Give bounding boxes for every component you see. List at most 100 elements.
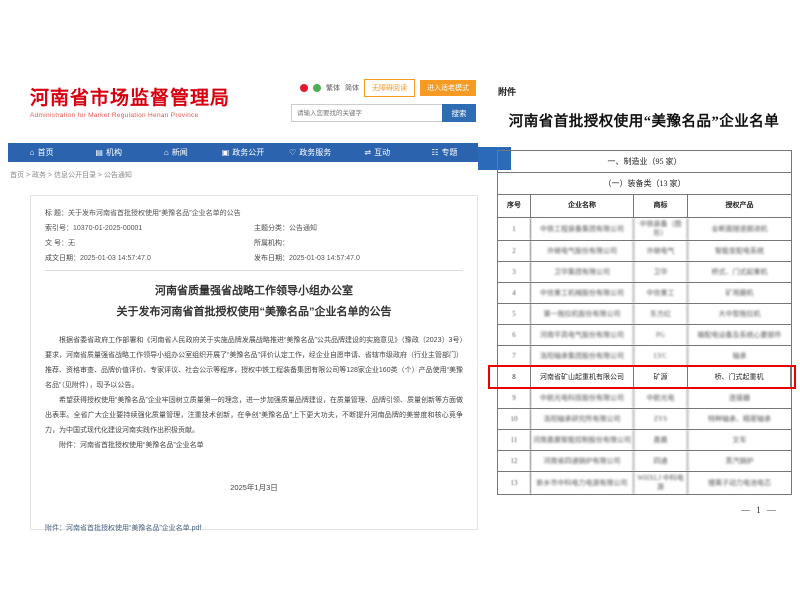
- company-name-cell: 中航光电科技股份有限公司: [531, 388, 634, 408]
- row-number-cell: 12: [498, 451, 531, 471]
- table-row: 2许继电气股份有限公司许继电气智能变配电系统: [498, 241, 791, 262]
- row-number-cell: 10: [498, 409, 531, 429]
- meta-field-value: 公告通知: [289, 225, 317, 232]
- org-icon: ▤: [95, 149, 103, 157]
- wechat-share-icon[interactable]: [313, 84, 321, 92]
- announcement-date: 2025年1月3日: [45, 482, 463, 493]
- table-header-cell: 序号: [498, 195, 531, 217]
- table-body: 1中铁工程装备集团有限公司中铁装备（图形）全断面隧道掘进机2许继电气股份有限公司…: [498, 218, 791, 495]
- home-icon: ⌂: [30, 149, 35, 157]
- authorized-products-cell: 锂离子动力电池电芯: [688, 472, 791, 494]
- announcement-paragraph: 希望获得授权使用“美豫名品”企业牢固树立质量第一的理念，进一步加强质量品牌建设，…: [45, 393, 463, 438]
- table-row-highlighted: 8河南省矿山起重机有限公司矿源桥、门式起重机: [498, 367, 791, 388]
- authorized-products-cell: 大中型拖拉机: [688, 304, 791, 324]
- table-row: 4中信重工机械股份有限公司中信重工矿用磨机: [498, 283, 791, 304]
- table-row: 10洛阳轴承研究所有限公司ZYS特种轴承、精密轴承: [498, 409, 791, 430]
- meta-field-value: 无: [68, 240, 75, 247]
- company-name-cell: 洛阳轴承集团股份有限公司: [531, 346, 634, 366]
- trademark-cell: ZYS: [634, 409, 688, 429]
- meta-title-row: 标 题：关于发布河南省首批授权使用“美豫名品”企业名单的公告: [45, 208, 463, 218]
- trademark-cell: 矿源: [634, 367, 688, 387]
- row-number-cell: 5: [498, 304, 531, 324]
- company-name-cell: 第一拖拉机股份有限公司: [531, 304, 634, 324]
- authorized-products-cell: 叉车: [688, 430, 791, 450]
- meta-fields: 索引号：10370-01-2025-00001主题分类：公告通知文 号：无 所属机…: [45, 223, 463, 263]
- row-number-cell: 7: [498, 346, 531, 366]
- company-name-cell: 卫华集团有限公司: [531, 262, 634, 282]
- trademark-cell: 东方红: [634, 304, 688, 324]
- row-number-cell: 1: [498, 218, 531, 240]
- attachment-pdf-link[interactable]: 附件：河南省首批授权使用“美豫名品”企业名单.pdf: [45, 523, 463, 533]
- table-row: 9中航光电科技股份有限公司中航光电连接器: [498, 388, 791, 409]
- trademark-cell: 卫华: [634, 262, 688, 282]
- meta-title-label: 标 题：: [45, 210, 68, 217]
- row-number-cell: 2: [498, 241, 531, 261]
- announcement-body: 根据省委省政府工作部署和《河南省人民政府关于实施品牌发展战略推进“美豫名品”公共…: [45, 333, 463, 438]
- trademark-cell: 中航光电: [634, 388, 688, 408]
- row-number-cell: 6: [498, 325, 531, 345]
- meta-field-value: 2025-01-03 14:57:47.0: [80, 255, 151, 262]
- trademark-cell: 中铁装备（图形）: [634, 218, 688, 240]
- authorized-products-cell: 连接器: [688, 388, 791, 408]
- meta-field-label: 主题分类：: [254, 225, 289, 232]
- meta-field: 所属机构：: [254, 238, 463, 248]
- nav-item-首页[interactable]: ⌂首页: [8, 143, 75, 162]
- authorized-products-cell: 蒸汽锅炉: [688, 451, 791, 471]
- company-name-cell: 河南嘉晨智能控制股份有限公司: [531, 430, 634, 450]
- accessibility-reading-button[interactable]: 无障碍阅读: [364, 79, 415, 97]
- table-row: 11河南嘉晨智能控制股份有限公司嘉晨叉车: [498, 430, 791, 451]
- announcement-paragraph: 根据省委省政府工作部署和《河南省人民政府关于实施品牌发展战略推进“美豫名品”公共…: [45, 333, 463, 393]
- nav-item-政务服务[interactable]: ♡政务服务: [277, 143, 344, 162]
- meta-field-label: 发布日期：: [254, 255, 289, 262]
- table-header-cell: 授权产品: [688, 195, 791, 217]
- search-button[interactable]: 搜索: [442, 104, 476, 122]
- company-name-cell: 中铁工程装备集团有限公司: [531, 218, 634, 240]
- main-navigation: ⌂首页▤机构⌂新闻▣政务公开♡政务服务⇌互动☷专题: [8, 143, 478, 162]
- search-input[interactable]: [291, 104, 442, 122]
- site-logo[interactable]: 河南省市场监督管理局 Administration for Market Reg…: [30, 83, 230, 119]
- company-name-cell: 河南省四通锅炉有限公司: [531, 451, 634, 471]
- nav-item-label: 新闻: [172, 147, 188, 158]
- attachment-document-page: 附件 河南省首批授权使用“美豫名品”企业名单 一、制造业（95 家） （一）装备…: [490, 85, 798, 131]
- breadcrumb[interactable]: 首页 > 政务 > 信息公开目录 > 公告通知: [8, 162, 478, 186]
- company-list-table: 一、制造业（95 家） （一）装备类（13 家） 序号企业名称商标授权产品 1中…: [497, 150, 792, 495]
- lang-simplified-link[interactable]: 简体: [345, 83, 359, 93]
- elder-mode-button[interactable]: 进入适老模式: [420, 80, 476, 96]
- nav-item-互动[interactable]: ⇌互动: [344, 143, 411, 162]
- meta-field: 成文日期：2025-01-03 14:57:47.0: [45, 253, 254, 263]
- site-masthead: 河南省市场监督管理局 Administration for Market Reg…: [8, 75, 478, 143]
- site-title-english: Administration for Market Regulation Hen…: [30, 112, 230, 119]
- nav-item-label: 机构: [106, 147, 122, 158]
- meta-title-value: 关于发布河南省首批授权使用“美豫名品”企业名单的公告: [68, 210, 241, 217]
- row-number-cell: 11: [498, 430, 531, 450]
- weibo-share-icon[interactable]: [300, 84, 308, 92]
- row-number-cell: 8: [498, 367, 531, 387]
- table-row: 13新乡市中科电力电源有限公司WHXLJ 中科电源锂离子动力电池电芯: [498, 472, 791, 495]
- authorized-products-cell: 智能变配电系统: [688, 241, 791, 261]
- nav-item-新闻[interactable]: ⌂新闻: [142, 143, 209, 162]
- trademark-cell: 许继电气: [634, 241, 688, 261]
- nav-item-政务公开[interactable]: ▣政务公开: [209, 143, 276, 162]
- attachment-label: 附件: [498, 85, 798, 98]
- table-section-band-equipment: （一）装备类（13 家）: [498, 173, 791, 195]
- nav-item-label: 政务公开: [232, 147, 264, 158]
- nav-item-label: 互动: [374, 147, 390, 158]
- table-header-cell: 商标: [634, 195, 688, 217]
- table-row: 12河南省四通锅炉有限公司四通蒸汽锅炉: [498, 451, 791, 472]
- authorized-products-cell: 特种轴承、精密轴承: [688, 409, 791, 429]
- meta-field: 索引号：10370-01-2025-00001: [45, 223, 254, 233]
- announcement-title-line1: 河南省质量强省战略工作领导小组办公室: [45, 281, 463, 302]
- trademark-cell: 中信重工: [634, 283, 688, 303]
- table-row: 6河南平高电气股份有限公司PG输配电设备及系统心要部件: [498, 325, 791, 346]
- nav-item-机构[interactable]: ▤机构: [75, 143, 142, 162]
- meta-field-label: 文 号：: [45, 240, 68, 247]
- announcement-title: 河南省质量强省战略工作领导小组办公室 关于发布河南省首批授权使用“美豫名品”企业…: [45, 281, 463, 323]
- meta-field: 发布日期：2025-01-03 14:57:47.0: [254, 253, 463, 263]
- lang-traditional-link[interactable]: 繁体: [326, 83, 340, 93]
- trademark-cell: 嘉晨: [634, 430, 688, 450]
- authorized-products-cell: 输配电设备及系统心要部件: [688, 325, 791, 345]
- topics-icon: ☷: [431, 149, 438, 157]
- authorized-products-cell: 桥、门式起重机: [688, 367, 791, 387]
- nav-item-专题[interactable]: ☷专题: [411, 143, 478, 162]
- government-site-page: 河南省市场监督管理局 Administration for Market Reg…: [8, 75, 478, 530]
